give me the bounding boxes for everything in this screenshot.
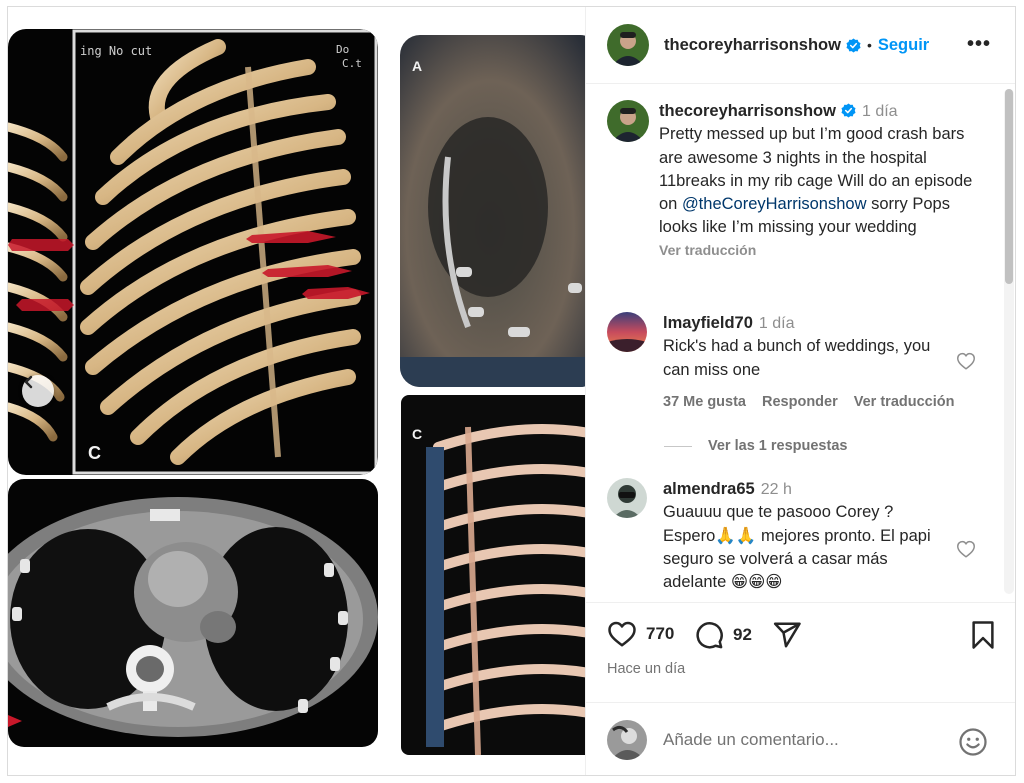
like-comment-heart-icon[interactable] xyxy=(955,350,977,372)
add-comment-bar xyxy=(586,702,1015,775)
carousel-dot xyxy=(290,748,296,754)
more-options-icon[interactable]: ••• xyxy=(967,34,991,54)
chevron-left-icon xyxy=(24,375,33,389)
panel-label-c2: C xyxy=(412,426,422,442)
ct-label-text: ing No cut xyxy=(80,44,152,58)
post-modal: ing No cut Do C.t C A C thecoreyharrison… xyxy=(7,6,1016,776)
verified-badge-icon xyxy=(846,37,861,53)
commenter-avatar[interactable] xyxy=(607,312,647,352)
panel-label-c: C xyxy=(88,443,101,463)
carousel-indicator xyxy=(280,748,306,754)
paper-plane-icon xyxy=(773,622,801,648)
post-timestamp[interactable]: Hace un día xyxy=(607,661,685,677)
add-comment-input[interactable] xyxy=(663,730,943,750)
comment-actions: 37 Me gusta Responder Ver traducción xyxy=(663,394,954,410)
comment-time[interactable]: 22 h xyxy=(761,481,792,498)
caption-username[interactable]: thecoreyharrisonshow xyxy=(659,102,836,120)
caption-avatar[interactable] xyxy=(607,100,649,142)
author-avatar[interactable] xyxy=(607,24,649,66)
commenter-username[interactable]: almendra65 xyxy=(663,480,755,498)
bookmark-icon xyxy=(972,621,994,649)
follow-button[interactable]: Seguir xyxy=(878,36,929,55)
emoji-icon[interactable] xyxy=(958,727,988,757)
post-sidebar: thecoreyharrisonshow • Seguir ••• thecor… xyxy=(585,7,1015,775)
caption-translate-link[interactable]: Ver traducción xyxy=(659,240,979,260)
comment-button[interactable]: 92 xyxy=(694,620,752,650)
comment-time[interactable]: 1 día xyxy=(759,315,795,332)
like-comment-heart-icon[interactable] xyxy=(955,538,977,560)
comment-translate-link[interactable]: Ver traducción xyxy=(854,394,955,410)
panel-label-a: A xyxy=(412,58,422,74)
author-username[interactable]: thecoreyharrisonshow xyxy=(664,36,841,55)
post-actions-bar: 770 92 Hace un día xyxy=(586,602,1015,702)
comments-scrollbar[interactable] xyxy=(1004,89,1014,594)
commenter-avatar[interactable] xyxy=(607,478,647,518)
replies-divider xyxy=(664,445,692,447)
commenter-username[interactable]: lmayfield70 xyxy=(663,314,753,332)
like-count: 770 xyxy=(646,624,675,643)
share-button[interactable] xyxy=(772,620,802,650)
comments-section[interactable]: thecoreyharrisonshow 1 día Pretty messed … xyxy=(586,85,1015,602)
comment-text: Guauuu que te pasooo Corey ? Espero🙏🙏 me… xyxy=(663,503,931,592)
comment-count: 92 xyxy=(733,625,752,644)
like-button[interactable]: 770 xyxy=(607,620,674,648)
view-replies-button[interactable]: Ver las 1 respuestas xyxy=(664,438,847,454)
header-separator: • xyxy=(866,37,872,53)
reply-button[interactable]: Responder xyxy=(762,394,838,410)
view-replies-label: Ver las 1 respuestas xyxy=(708,438,848,454)
previous-slide-button[interactable] xyxy=(22,375,54,407)
comment-likes-count[interactable]: 37 Me gusta xyxy=(663,394,746,410)
caption-time[interactable]: 1 día xyxy=(862,103,898,120)
carousel-dot-active xyxy=(300,748,306,754)
scrollbar-thumb[interactable] xyxy=(1005,89,1013,284)
current-user-avatar xyxy=(607,720,647,760)
ct-scan-collage-image: ing No cut Do C.t C A C xyxy=(8,29,585,755)
comment-bubble-icon xyxy=(696,622,723,649)
post-media[interactable]: ing No cut Do C.t C A C xyxy=(8,7,585,775)
heart-icon xyxy=(608,621,636,647)
caption-mention-link[interactable]: @theCoreyHarrisonshow xyxy=(682,195,867,213)
ct-corner-text-2: C.t xyxy=(342,57,362,70)
verified-badge-icon xyxy=(841,103,856,118)
ct-corner-text: Do xyxy=(336,43,349,56)
save-button[interactable] xyxy=(970,620,996,650)
carousel-dot xyxy=(280,748,286,754)
comment-text: Rick's had a bunch of weddings, you can … xyxy=(663,337,931,379)
post-header: thecoreyharrisonshow • Seguir ••• xyxy=(586,7,1015,84)
